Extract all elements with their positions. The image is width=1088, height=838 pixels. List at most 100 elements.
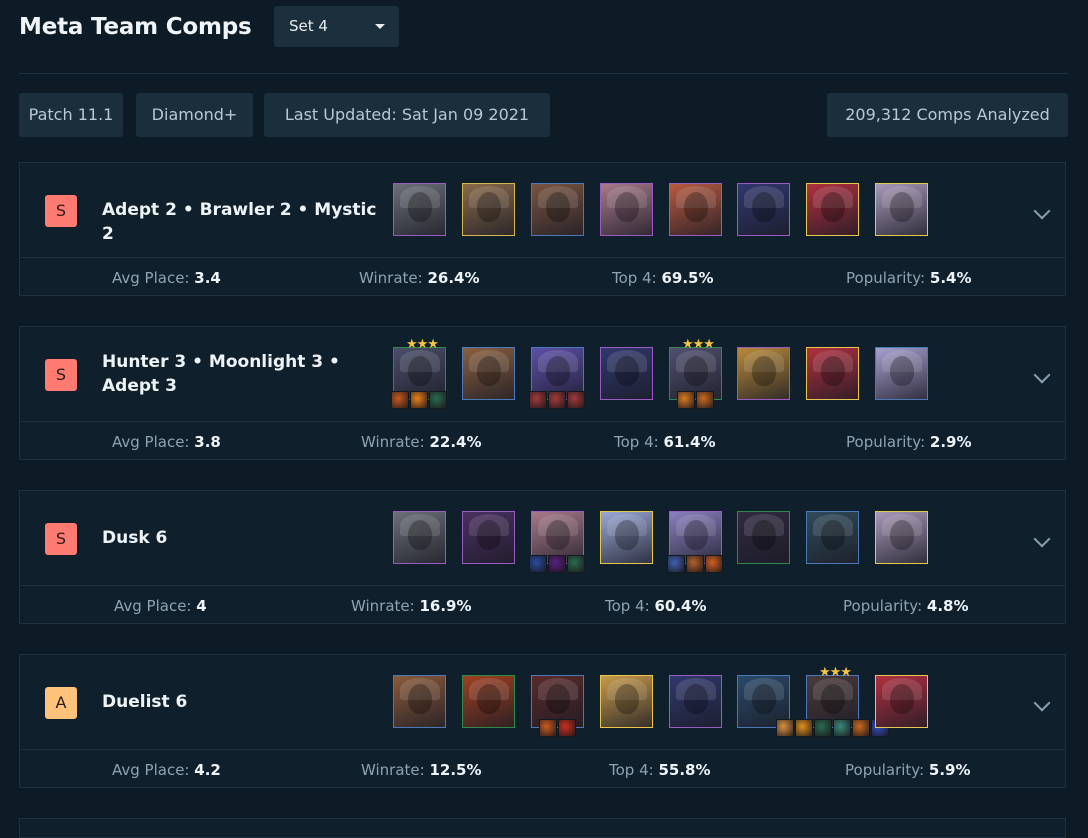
tier-badge: S	[45, 359, 77, 391]
champion-portrait[interactable]	[806, 183, 859, 236]
stat-value: 4.2	[194, 761, 221, 779]
stat-label: Popularity:	[846, 269, 930, 287]
patch-filter[interactable]: Patch 11.1	[19, 93, 123, 137]
item-icon	[705, 555, 723, 573]
champion-portrait[interactable]	[875, 675, 928, 728]
caret-down-icon	[375, 24, 385, 29]
champion-portrait[interactable]	[737, 347, 790, 400]
portrait-face	[546, 520, 570, 550]
comp-card[interactable]: A Duelist 6 ★★★ Avg Place: 4.2 Winrate: 12.5…	[19, 654, 1066, 788]
three-star-icon: ★★★	[406, 337, 439, 352]
portrait-face	[477, 192, 501, 222]
comp-name-line: Adept 2 • Brawler 2 • Mystic 2	[102, 200, 377, 244]
divider	[19, 73, 1068, 74]
stat-label: Winrate:	[361, 433, 430, 451]
chevron-down-icon[interactable]	[1033, 530, 1051, 548]
portrait-face	[821, 520, 845, 550]
champion-portrait[interactable]	[875, 511, 928, 564]
champion-portrait[interactable]	[462, 675, 515, 728]
portrait-face	[615, 684, 639, 714]
comp-card[interactable]: S Dusk 6 Avg Place: 4 Winrate: 16.9% Top 4: …	[19, 490, 1066, 624]
item-icon	[695, 391, 714, 409]
last-updated-badge: Last Updated: Sat Jan 09 2021	[264, 93, 550, 137]
champion-portrait[interactable]	[737, 511, 790, 564]
champion-portrait[interactable]	[462, 347, 515, 400]
stat-label: Top 4:	[614, 433, 664, 451]
card-divider	[20, 421, 1065, 422]
item-icon	[676, 391, 695, 409]
portrait-face	[684, 520, 708, 550]
portrait-face	[752, 192, 776, 222]
stat-value: 5.4%	[929, 269, 972, 287]
champion-portrait[interactable]	[393, 511, 446, 564]
stat-value: 3.4	[194, 269, 221, 287]
comp-card[interactable]: S Hunter 3 • Moonlight 3 • Adept 3 ★★★ ★★★ Av…	[19, 326, 1066, 460]
stat-value: 16.9%	[419, 597, 472, 615]
stat-value: 3.8	[194, 433, 221, 451]
top4-stat: Top 4: 69.5%	[612, 269, 714, 287]
champion-portrait[interactable]	[806, 511, 859, 564]
champion-portrait[interactable]	[875, 347, 928, 400]
chevron-down-icon[interactable]	[1033, 202, 1051, 220]
portrait-face	[752, 520, 776, 550]
three-star-icon: ★★★	[682, 337, 715, 352]
champion-portrait[interactable]	[600, 675, 653, 728]
winrate-stat: Winrate: 22.4%	[361, 433, 482, 451]
header: Meta Team Comps Set 4	[19, 6, 1068, 47]
champion-portrait[interactable]	[393, 675, 446, 728]
stat-label: Winrate:	[351, 597, 420, 615]
comp-name[interactable]: Adept 2 • Brawler 2 • Mystic 2	[102, 198, 382, 246]
stat-label: Popularity:	[843, 597, 927, 615]
item-icon	[667, 555, 685, 573]
champion-portrait[interactable]	[669, 675, 722, 728]
stat-label: Popularity:	[846, 433, 930, 451]
champion-portrait[interactable]	[737, 183, 790, 236]
comp-name[interactable]: Hunter 3 • Moonlight 3 • Adept 3	[102, 350, 382, 398]
item-icon	[410, 391, 428, 409]
stat-value: 2.9%	[929, 433, 972, 451]
card-divider	[20, 585, 1065, 586]
portrait-face	[684, 684, 708, 714]
champion-portrait[interactable]	[531, 183, 584, 236]
card-divider	[20, 749, 1065, 750]
chevron-down-icon[interactable]	[1033, 694, 1051, 712]
page-title: Meta Team Comps	[19, 14, 252, 40]
comp-name[interactable]: Dusk 6	[102, 526, 382, 550]
comp-card-partial[interactable]	[19, 818, 1066, 838]
item-icon	[548, 555, 566, 573]
champion-portrait[interactable]	[600, 347, 653, 400]
item-icon	[851, 719, 870, 737]
item-icon	[567, 391, 585, 409]
item-icon	[429, 391, 447, 409]
popularity-stat: Popularity: 2.9%	[846, 433, 972, 451]
portrait-face	[408, 684, 432, 714]
rank-filter[interactable]: Diamond+	[136, 93, 253, 137]
portrait-face	[752, 356, 776, 386]
item-icon	[832, 719, 851, 737]
champion-portrait[interactable]	[875, 183, 928, 236]
portrait-face	[546, 684, 570, 714]
champion-portrait[interactable]	[600, 183, 653, 236]
comp-card[interactable]: S Adept 2 • Brawler 2 • Mystic 2 Avg Place…	[19, 162, 1066, 296]
set-select[interactable]: Set 4	[274, 6, 399, 47]
stat-value: 5.9%	[928, 761, 971, 779]
champion-portrait[interactable]	[600, 511, 653, 564]
champion-portrait[interactable]	[393, 183, 446, 236]
item-icon	[557, 719, 576, 737]
stat-label: Popularity:	[845, 761, 929, 779]
comp-name-line: Hunter 3 • Moonlight 3 •	[102, 352, 340, 372]
champion-portrait[interactable]	[669, 183, 722, 236]
item-icon	[529, 391, 547, 409]
comps-analyzed-badge: 209,312 Comps Analyzed	[827, 93, 1068, 137]
champion-portrait[interactable]	[462, 511, 515, 564]
portrait-face	[408, 356, 432, 386]
chevron-down-icon[interactable]	[1033, 366, 1051, 384]
champion-portrait[interactable]	[462, 183, 515, 236]
popularity-stat: Popularity: 5.4%	[846, 269, 972, 287]
portrait-face	[477, 520, 501, 550]
portrait-face	[890, 356, 914, 386]
portrait-face	[890, 192, 914, 222]
champion-portrait[interactable]	[806, 347, 859, 400]
comp-name[interactable]: Duelist 6	[102, 690, 382, 714]
comp-name-line: Duelist 6	[102, 692, 188, 712]
